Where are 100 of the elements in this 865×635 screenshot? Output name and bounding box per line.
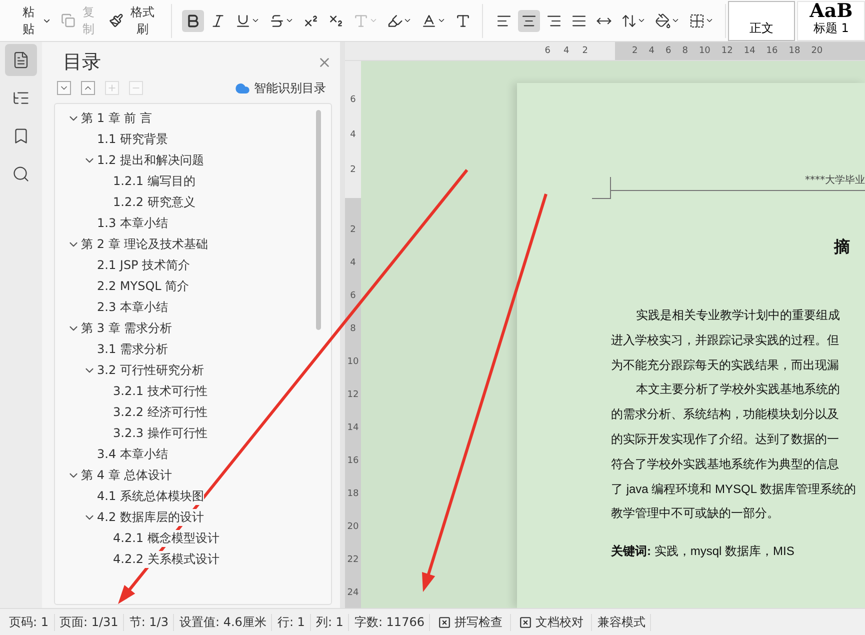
status-item: 字数: 11766: [349, 614, 430, 630]
font-color-icon: [420, 12, 437, 28]
ruler-number: 22: [347, 554, 359, 567]
expand-button[interactable]: [57, 81, 71, 95]
toc-item[interactable]: 3.2.2 经济可行性: [113, 404, 208, 421]
outline-rail-button[interactable]: [5, 44, 37, 76]
paragraph-line: 的需求分析、系统结构，功能模块划分以及: [611, 406, 840, 424]
paragraph-line: 本文主要分析了学校外实践基地系统的: [635, 381, 841, 398]
toc-item[interactable]: 4.1 系统总体模块图: [97, 488, 204, 505]
ruler-number: 2: [632, 45, 638, 58]
ruler-number: 2: [582, 45, 588, 58]
paragraph-line: 的实际开发实现作了介绍。达到了数据的一: [611, 430, 840, 448]
ruler-number: 8: [682, 45, 688, 58]
ruler-number: 10: [347, 356, 359, 369]
ruler-number: 2: [350, 224, 356, 237]
toc-item[interactable]: 4.2 数据库层的设计: [97, 509, 204, 526]
line-spacing-icon: [620, 12, 637, 28]
toc-item[interactable]: 1.1 研究背景: [97, 131, 168, 148]
ruler-number: 4: [350, 257, 356, 270]
toc-item[interactable]: 4.2.2 关系模式设计: [113, 551, 220, 568]
toc-item[interactable]: 2.3 本章小结: [97, 299, 168, 316]
underline-icon: [234, 12, 251, 28]
ruler-number: 4: [564, 45, 570, 58]
copy-icon: [60, 13, 75, 28]
toc-item[interactable]: 3.2 可行性研究分析: [97, 362, 204, 379]
style-tile[interactable]: 正文: [728, 0, 796, 40]
caret-icon: [670, 16, 680, 25]
caret-icon: [436, 16, 446, 25]
paintbrush-icon: [108, 13, 124, 28]
ruler-number: 4: [648, 45, 654, 58]
plus-icon: [107, 83, 117, 93]
subscript-icon: [328, 12, 344, 28]
caret-icon: [284, 16, 294, 25]
ruler-number: 10: [698, 45, 710, 58]
ruler-number: 14: [744, 45, 756, 58]
ruler-number: 12: [721, 45, 733, 58]
ruler-number: 18: [788, 45, 800, 58]
cloud-icon: [235, 80, 250, 96]
ruler-number: 20: [347, 521, 359, 534]
toc-item[interactable]: 第 3 章 需求分析: [81, 320, 172, 337]
toc-item[interactable]: 3.2.1 技术可行性: [113, 383, 208, 400]
collapse-button[interactable]: [81, 81, 95, 95]
status-item: 列: 1: [310, 614, 350, 630]
strikethrough-icon: [268, 12, 285, 28]
toc-item[interactable]: 3.4 本章小结: [97, 446, 168, 463]
ruler-number: 14: [347, 422, 359, 435]
smart-toc-button[interactable]: 智能识别目录: [229, 78, 332, 98]
paragraph-line: 教学管理中不可或缺的一部分。: [611, 505, 780, 522]
borders-icon: [688, 12, 705, 28]
paragraph-line: 实践是相关专业教学计划中的重要组成: [635, 307, 841, 324]
clipboard-button[interactable]: 格式刷: [106, 2, 163, 40]
ruler-number: 24: [347, 587, 359, 600]
ruler-number: 6: [350, 94, 356, 107]
toc-item[interactable]: 2.2 MYSQL 简介: [97, 278, 190, 295]
page-header: ****大学毕业: [805, 174, 865, 188]
paragraph-line: 进入学校实习，并跟踪记录实践的过程。但: [611, 332, 840, 349]
ruler-number: 8: [350, 323, 356, 336]
style-tile[interactable]: AaB 标题 1: [797, 0, 865, 40]
status-item: 行: 1: [272, 614, 311, 630]
align-center-button[interactable]: [518, 10, 540, 32]
caret-icon: [368, 16, 378, 25]
toc-item[interactable]: 2.1 JSP 技术简介: [97, 257, 190, 274]
status-toggle[interactable]: 文档校对: [511, 614, 592, 630]
status-item: 设置值: 4.6厘米: [174, 614, 272, 630]
clipboard-button[interactable]: 粘贴: [14, 2, 55, 40]
toc-item[interactable]: 3.1 需求分析: [97, 341, 168, 358]
toc-item[interactable]: 1.2.1 编写目的: [113, 173, 196, 190]
ruler-number: 18: [347, 488, 359, 501]
panel-title: 目录: [62, 50, 101, 75]
status-item: 节: 1/3: [124, 614, 174, 630]
checkbox-x-icon: [519, 616, 532, 628]
toc-item[interactable]: 第 4 章 总体设计: [81, 467, 172, 484]
toc-item[interactable]: 4.2.1 概念模型设计: [113, 530, 220, 547]
highlight-icon: [386, 12, 403, 28]
toc-item[interactable]: 1.2 提出和解决问题: [97, 152, 204, 169]
status-item: 页面: 1/31: [54, 614, 124, 630]
superscript-icon: [302, 12, 319, 28]
caret-icon: [250, 16, 260, 25]
toc-item[interactable]: 3.2.3 操作可行性: [113, 425, 208, 442]
list-tree-icon: [12, 89, 30, 107]
toc-item[interactable]: 第 2 章 理论及技术基础: [81, 236, 208, 253]
caret-icon: [704, 16, 714, 25]
ruler-number: 4: [350, 129, 356, 142]
caret-icon: [402, 16, 412, 25]
toc-item[interactable]: 1.2.2 研究意义: [113, 194, 196, 211]
ruler-number: 6: [350, 290, 356, 303]
document-icon: [12, 51, 30, 69]
bold-button[interactable]: [182, 10, 204, 32]
scrollbar[interactable]: [316, 110, 321, 330]
caret-icon: [636, 16, 646, 25]
ruler-number: 12: [347, 389, 359, 402]
status-item: 兼容模式: [592, 614, 652, 630]
paragraph-line: 为不能充分跟踪每天的实践结果，而出现漏: [611, 356, 840, 374]
keywords: 关键词: 实践，mysql 数据库，MIS: [611, 543, 796, 560]
ruler-number: 16: [347, 455, 359, 468]
status-toggle[interactable]: 拼写检查: [430, 614, 512, 630]
shading-icon: [654, 12, 671, 28]
ruler-number: 6: [665, 45, 672, 58]
toc-item[interactable]: 1.3 本章小结: [97, 215, 168, 232]
abstract-title: 摘: [834, 237, 851, 258]
